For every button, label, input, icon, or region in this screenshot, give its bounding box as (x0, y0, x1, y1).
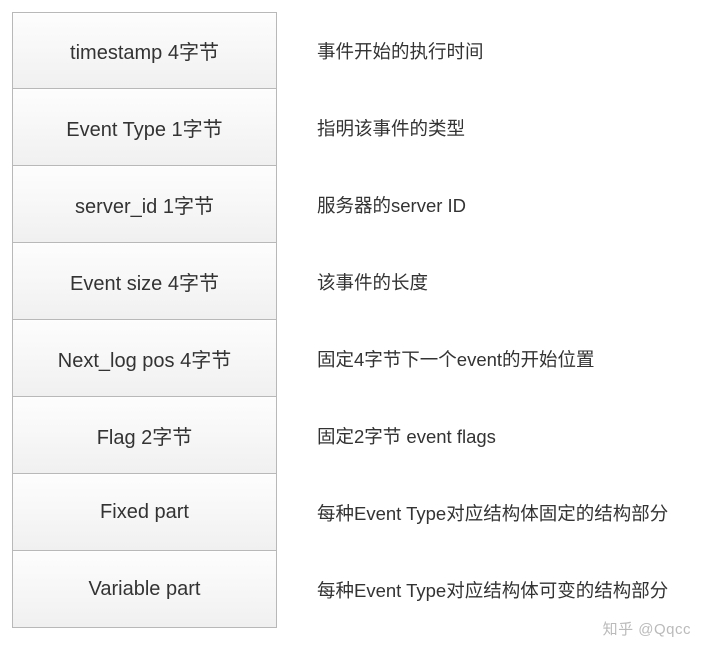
desc-next-log-pos: 固定4字节下一个event的开始位置 (317, 346, 595, 372)
table-row: Next_log pos 4字节 固定4字节下一个event的开始位置 (12, 320, 709, 397)
diagram-container: timestamp 4字节 事件开始的执行时间 Event Type 1字节 指… (0, 0, 709, 628)
field-fixed-part: Fixed part (12, 474, 277, 551)
field-server-id: server_id 1字节 (12, 166, 277, 243)
desc-event-type: 指明该事件的类型 (317, 115, 465, 141)
table-row: Variable part 每种Event Type对应结构体可变的结构部分 (12, 551, 709, 628)
table-row: Event Type 1字节 指明该事件的类型 (12, 89, 709, 166)
table-row: Flag 2字节 固定2字节 event flags (12, 397, 709, 474)
field-event-size: Event size 4字节 (12, 243, 277, 320)
desc-server-id: 服务器的server ID (317, 192, 466, 218)
field-timestamp: timestamp 4字节 (12, 12, 277, 89)
field-event-type: Event Type 1字节 (12, 89, 277, 166)
table-row: timestamp 4字节 事件开始的执行时间 (12, 12, 709, 89)
desc-event-size: 该事件的长度 (317, 269, 428, 295)
watermark-text: 知乎 @Qqcc (603, 618, 691, 639)
desc-variable-part: 每种Event Type对应结构体可变的结构部分 (317, 577, 668, 603)
desc-timestamp: 事件开始的执行时间 (317, 38, 484, 64)
desc-fixed-part: 每种Event Type对应结构体固定的结构部分 (317, 500, 668, 526)
field-variable-part: Variable part (12, 551, 277, 628)
table-row: Event size 4字节 该事件的长度 (12, 243, 709, 320)
table-row: server_id 1字节 服务器的server ID (12, 166, 709, 243)
field-next-log-pos: Next_log pos 4字节 (12, 320, 277, 397)
table-row: Fixed part 每种Event Type对应结构体固定的结构部分 (12, 474, 709, 551)
desc-flag: 固定2字节 event flags (317, 423, 496, 449)
field-flag: Flag 2字节 (12, 397, 277, 474)
